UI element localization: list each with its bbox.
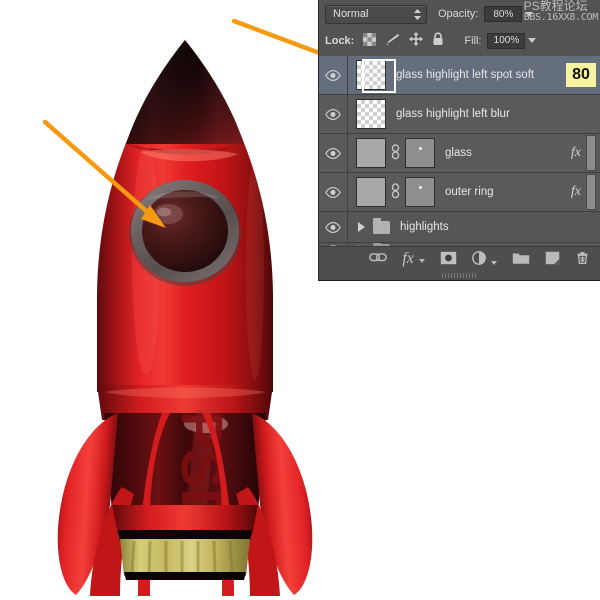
glass-highlight-left-blur (157, 207, 171, 217)
folder-icon (373, 217, 390, 234)
layer-thumbnails-1[interactable] (348, 99, 386, 129)
fx-label: fx (402, 250, 414, 267)
fill-value-field[interactable]: 100% (487, 32, 526, 49)
layer-thumbnails-3[interactable] (348, 177, 435, 207)
half-filled-circle-glyph (472, 250, 486, 265)
new-layer-icon[interactable] (545, 251, 560, 268)
resize-grip-wrap[interactable] (319, 271, 600, 278)
lock-all-padlock-icon[interactable] (432, 32, 444, 49)
brush-glyph (386, 33, 400, 45)
group-name: highlights (400, 221, 449, 233)
layer-effects-fx-indicator[interactable]: fx (571, 145, 581, 161)
folder-glyph (512, 253, 530, 264)
layer-visibility-toggle-1[interactable] (319, 95, 348, 133)
layers-panel-footer: fx (319, 246, 600, 280)
new-layer-glyph (545, 251, 560, 264)
eye-icon (325, 186, 341, 198)
image-pixels-brush-icon[interactable] (385, 33, 400, 49)
blend-mode-row: Normal Opacity: 80% (319, 0, 600, 28)
selected-thumbnail-outline (362, 59, 396, 93)
delete-layer-trash-icon[interactable] (575, 250, 590, 268)
layer-name-2: glass (445, 147, 472, 159)
updown-spinner-glyph (414, 8, 421, 20)
porthole-glass (142, 190, 228, 272)
layer-list[interactable]: glass highlight left spot soft 80 glass … (319, 56, 600, 247)
eye-icon (325, 221, 341, 233)
porthole (129, 180, 241, 286)
layer-effects-fx-indicator[interactable]: fx (571, 184, 581, 200)
trash-glyph (577, 252, 588, 265)
eye-icon (325, 108, 341, 120)
layer-name-1: glass highlight left blur (396, 108, 510, 120)
layer-row-glass-highlight-left-spot-soft[interactable]: glass highlight left spot soft 80 (319, 56, 600, 95)
checker-glyph (363, 32, 377, 46)
layer-name-3: outer ring (445, 186, 494, 198)
link-icon[interactable] (390, 143, 401, 163)
layer-row-glass-highlight-left-blur[interactable]: glass highlight left blur (319, 95, 600, 134)
layers-panel[interactable]: Normal Opacity: 80% Lock: Fill: 100% PS教… (318, 0, 600, 281)
eye-icon (325, 69, 341, 81)
screenshot-canvas: PSD Normal Opacity: 80% Lock: Fill: 100%… (0, 0, 600, 600)
link-icon[interactable] (390, 182, 401, 202)
move-cross-glyph (409, 32, 424, 46)
layer-visibility-toggle-3[interactable] (319, 173, 348, 211)
layer-effects-expand-strip[interactable] (586, 135, 596, 171)
transparent-checker-thumb[interactable] (356, 99, 386, 129)
blend-mode-value: Normal (333, 8, 369, 20)
chain-link-glyph (391, 143, 400, 159)
chevron-down-icon-adjustment[interactable] (491, 260, 497, 265)
layer-mask-glyph (440, 251, 457, 264)
padlock-glyph (433, 32, 443, 45)
resize-grip-icon[interactable] (441, 273, 478, 278)
new-group-folder-icon[interactable] (512, 251, 530, 268)
layer-group-row-highlights[interactable]: highlights (319, 212, 600, 243)
layer-visibility-toggle-0[interactable] (319, 56, 348, 94)
chain-link-glyph (391, 182, 400, 198)
chevron-down-icon-fx[interactable] (418, 259, 425, 263)
layer-thumbnails-2[interactable] (348, 138, 435, 168)
lock-label: Lock: (325, 34, 355, 47)
layer-effects-expand-strip[interactable] (586, 174, 596, 210)
updown-spinner-icon[interactable] (413, 8, 422, 21)
link-layers-glyph (369, 253, 388, 262)
layer-thumb[interactable] (356, 138, 386, 168)
layer-visibility-toggle-2[interactable] (319, 134, 348, 172)
layer-thumb[interactable] (356, 177, 386, 207)
layer-name-0: glass highlight left spot soft (396, 69, 535, 81)
group-visibility-toggle[interactable] (319, 212, 348, 242)
layer-mask-thumb[interactable] (405, 138, 435, 168)
layer-row-glass[interactable]: glass fx (319, 134, 600, 173)
new-adjustment-layer-icon[interactable] (472, 250, 497, 268)
eye-icon (325, 147, 341, 159)
position-move-icon[interactable] (409, 32, 424, 49)
link-layers-icon[interactable] (369, 251, 388, 267)
chevron-down-icon-opacity[interactable] (525, 11, 534, 17)
chevron-down-icon-fill[interactable] (528, 38, 537, 43)
lock-row: Lock: Fill: 100% (319, 28, 600, 53)
triangle-right-icon[interactable] (358, 222, 365, 232)
transparent-pixels-icon[interactable] (363, 32, 377, 49)
add-layer-mask-icon[interactable] (440, 251, 457, 268)
opacity-label: Opacity: (438, 8, 479, 20)
layer-mask-thumb[interactable] (405, 177, 435, 207)
nozzle-rim-bottom (124, 572, 246, 580)
layers-options-bar: Normal Opacity: 80% Lock: Fill: 100% PS教… (319, 0, 600, 57)
fill-label: Fill: (464, 34, 482, 47)
add-layer-style-fx-icon[interactable]: fx (402, 250, 425, 268)
opacity-value-field[interactable]: 80% (484, 6, 523, 22)
blend-mode-select[interactable]: Normal (325, 4, 427, 24)
layer-row-outer-ring[interactable]: outer ring fx (319, 173, 600, 212)
rocket-nose-sheen (126, 40, 244, 144)
opacity-callout-badge: 80 (566, 63, 596, 87)
